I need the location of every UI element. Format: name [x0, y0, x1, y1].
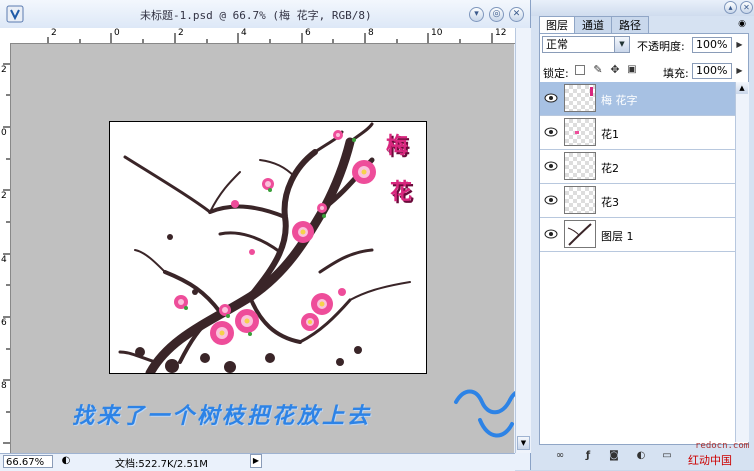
ruler-h-label: 4 — [241, 28, 247, 38]
layer-row-hua3[interactable]: 花3 — [540, 184, 735, 218]
eye-icon[interactable] — [544, 228, 558, 240]
layer-thumbnail — [564, 84, 596, 112]
layer-row-hua2[interactable]: 花2 — [540, 150, 735, 184]
layer-thumbnail — [564, 118, 596, 146]
status-menu-arrow-icon[interactable]: ▶ — [250, 454, 262, 468]
adjustment-layer-icon[interactable]: ◐ — [634, 449, 648, 463]
lock-label: 锁定: — [543, 67, 569, 80]
ruler-v-label: 4 — [1, 255, 7, 265]
layer-name: 花3 — [601, 196, 619, 209]
blend-mode-select[interactable]: 正常 ▼ — [542, 36, 630, 53]
layer-thumbnail — [564, 152, 596, 180]
opacity-label: 不透明度: — [637, 40, 685, 53]
fill-slider-arrow-icon[interactable]: ▶ — [733, 63, 746, 79]
opacity-field[interactable]: 100% — [692, 37, 732, 53]
ruler-h-label: 10 — [431, 28, 443, 38]
layers-scrollbar[interactable]: ▲ — [735, 82, 749, 442]
document-vertical-scrollbar[interactable]: ▼ — [515, 28, 531, 453]
ruler-h-label: 8 — [368, 28, 374, 38]
watermark-name: 红动中国 — [688, 454, 732, 467]
fill-field[interactable]: 100% — [692, 63, 732, 79]
ruler-h-label: 12 — [495, 28, 507, 38]
chevron-down-icon: ▼ — [614, 37, 629, 52]
ruler-h-label: 2 — [178, 28, 184, 38]
lock-all-icon[interactable]: ▣ — [626, 64, 638, 76]
layer-style-icon[interactable]: ƒ — [581, 449, 595, 463]
panel-collapse-icon[interactable]: ▴ — [724, 1, 737, 14]
blend-mode-value: 正常 — [546, 38, 568, 51]
layer-thumbnail — [564, 186, 596, 214]
layer-name: 花1 — [601, 128, 619, 141]
ruler-v-label: 8 — [1, 381, 7, 391]
ruler-h-label: 2 — [51, 28, 57, 38]
layers-list: 梅 花字 花1 花2 花3 图层 1 — [540, 82, 735, 442]
layer-name: 花2 — [601, 162, 619, 175]
eye-icon[interactable] — [544, 92, 558, 104]
photoshop-doc-icon — [6, 5, 24, 23]
document-titlebar[interactable]: 未标题-1.psd @ 66.7% (梅 花字, RGB/8) ▾ ◎ ✕ — [0, 0, 530, 29]
document-canvas[interactable]: 梅 花 — [109, 121, 427, 374]
vertical-ruler[interactable]: 2 0 2 4 6 8 — [0, 43, 11, 453]
artwork-text-mei: 梅 — [386, 133, 409, 159]
ruler-v-label: 2 — [1, 65, 7, 75]
tutorial-caption: 找来了一个树枝把花放上去 — [72, 403, 373, 429]
layer-mask-icon[interactable]: ◙ — [607, 449, 621, 463]
ruler-v-label: 0 — [1, 128, 7, 138]
maximize-icon[interactable]: ◎ — [489, 7, 504, 22]
eye-icon[interactable] — [544, 194, 558, 206]
scroll-up-arrow-icon[interactable]: ▲ — [736, 82, 748, 94]
ruler-v-label: 2 — [1, 191, 7, 201]
close-icon[interactable]: ✕ — [509, 7, 524, 22]
ruler-v-label: 6 — [1, 318, 7, 328]
ruler-h-label: 0 — [114, 28, 120, 38]
horizontal-ruler[interactable]: 2 0 2 4 6 8 10 12 — [10, 28, 515, 44]
lock-transparent-icon[interactable] — [575, 65, 585, 75]
panel-close-icon[interactable]: ✕ — [740, 1, 753, 14]
eye-icon[interactable] — [544, 126, 558, 138]
layer-row-layer1[interactable]: 图层 1 — [540, 218, 735, 252]
tab-layers[interactable]: 图层 — [539, 16, 575, 33]
tab-channels[interactable]: 通道 — [574, 16, 612, 33]
artwork-text-hua: 花 — [390, 179, 413, 205]
tab-paths[interactable]: 路径 — [611, 16, 649, 33]
minimize-icon[interactable]: ▾ — [469, 7, 484, 22]
plum-branch-artwork — [118, 122, 411, 373]
opacity-slider-arrow-icon[interactable]: ▶ — [733, 37, 746, 53]
layer-name: 梅 花字 — [601, 94, 638, 107]
lock-brush-icon[interactable]: ✎ — [592, 64, 604, 76]
zoom-level-field[interactable]: 66.67% — [3, 455, 53, 468]
layer-row-mei-hua-zi[interactable]: 梅 花字 — [540, 82, 735, 116]
scroll-down-arrow-icon[interactable]: ▼ — [517, 436, 530, 450]
fill-label: 填充: — [663, 67, 689, 80]
layer-thumbnail — [564, 220, 596, 248]
document-size-info: 文档:522.7K/2.51M — [115, 459, 208, 470]
layer-row-hua1[interactable]: 花1 — [540, 116, 735, 150]
panel-header[interactable]: ▴ ✕ — [531, 0, 754, 16]
link-layers-icon[interactable]: ∞ — [553, 449, 567, 463]
ruler-h-label: 6 — [305, 28, 311, 38]
new-group-icon[interactable]: ▭ — [660, 449, 674, 463]
ruler-v-ticks — [3, 63, 10, 444]
watermark-url: redocn.com — [695, 441, 750, 451]
eye-icon[interactable] — [544, 160, 558, 172]
panel-menu-icon[interactable]: ◉ — [735, 17, 749, 31]
document-title: 未标题-1.psd @ 66.7% (梅 花字, RGB/8) — [140, 9, 372, 22]
lock-move-icon[interactable]: ✥ — [609, 64, 621, 76]
layer-name: 图层 1 — [601, 230, 634, 243]
document-info-menu-icon[interactable]: ◐ — [58, 454, 74, 468]
